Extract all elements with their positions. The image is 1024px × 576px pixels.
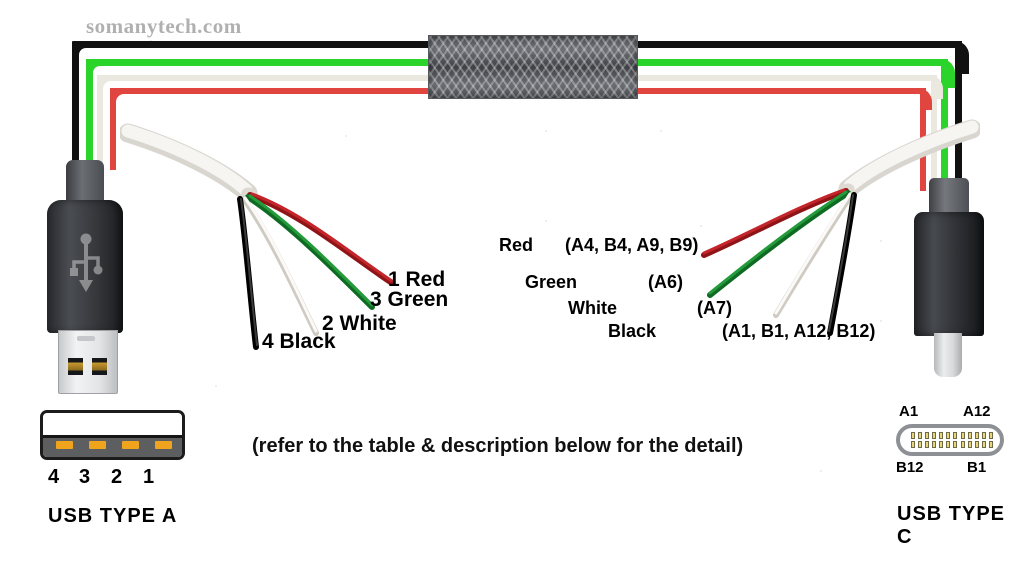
usb-c-pin-b2 [918, 441, 923, 448]
usb-trident-logo [70, 233, 103, 292]
usb-a-plug-contact [68, 358, 83, 375]
usb-c-pin-a10 [974, 432, 979, 439]
usb-a-pin-4 [56, 441, 73, 449]
usb-c-pin-a12 [988, 432, 993, 439]
usb-c-pin-b3 [925, 441, 930, 448]
label-wire-c-green-name: Green [525, 272, 578, 292]
usb-c-pin-b6 [946, 441, 951, 448]
label-wire-c-green-pins: (A6) [648, 272, 683, 292]
usb-type-c-caption: USB TYPE C [897, 503, 1006, 548]
background-speck [545, 130, 547, 132]
usb-c-pin-a9 [967, 432, 972, 439]
usb-type-a-caption: USB TYPE A [48, 505, 178, 527]
usb-c-pin-a11 [981, 432, 986, 439]
usb-a-shell-notch [77, 336, 95, 341]
usb-a-pin-2 [122, 441, 139, 449]
usb-c-pin-a5 [939, 432, 944, 439]
background-speck [215, 385, 217, 387]
braided-shield-sleeve [428, 35, 638, 99]
usb-a-pin-number-3: 3 [79, 466, 91, 488]
usb-c-pin-b8 [960, 441, 965, 448]
usb-a-pin-number-4: 4 [48, 466, 60, 488]
usb-c-pin-a3 [925, 432, 930, 439]
label-wire-c-black-name: Black [608, 321, 657, 341]
usb-type-a-plug [42, 160, 128, 394]
usb-c-pin-b5 [939, 441, 944, 448]
wire-fanout-right [701, 119, 980, 336]
background-speck [660, 130, 662, 132]
background-speck [820, 470, 822, 472]
usb-c-pin-row-b [911, 441, 993, 448]
usb-c-pin-a4 [932, 432, 937, 439]
usb-c-pin-b7 [953, 441, 958, 448]
label-wire-c-red-name: Red [499, 235, 534, 255]
usb-c-pin-b11 [981, 441, 986, 448]
label-wire-c-white-name: White [568, 298, 617, 318]
label-wire-a-green: 3 Green [370, 288, 449, 311]
usb-a-contact-block [43, 435, 182, 457]
usb-a-pin-number-2: 2 [111, 466, 123, 488]
usb-c-pin-b10 [974, 441, 979, 448]
usb-type-a-receptacle [40, 410, 185, 460]
usb-c-pin-a2 [918, 432, 923, 439]
usb-c-label-b12: B12 [896, 459, 924, 476]
watermark-text: somanytech.com [86, 14, 242, 38]
usb-c-pin-a1 [911, 432, 915, 439]
usb-a-pin-3 [89, 441, 106, 449]
usb-c-pin-a7 [953, 432, 958, 439]
usb-a-pin-number-1: 1 [143, 466, 155, 488]
usb-c-label-b1: B1 [967, 459, 987, 476]
usb-a-pin-1 [155, 441, 172, 449]
usb-type-c-receptacle [896, 424, 1004, 456]
usb-c-pin-a6 [946, 432, 951, 439]
usb-c-label-a1: A1 [899, 403, 919, 420]
label-wire-a-black: 4 Black [262, 330, 336, 353]
background-speck [545, 220, 547, 222]
usb-c-pin-b12 [988, 441, 993, 448]
refer-note: (refer to the table & description below … [252, 435, 744, 457]
usb-a-plug-contact [92, 358, 107, 375]
usb-c-pin-b9 [967, 441, 972, 448]
wire-red-left-corner [110, 88, 132, 110]
usb-c-label-a12: A12 [963, 403, 991, 420]
usb-c-pin-b1 [911, 441, 915, 448]
label-wire-c-white-pins: (A7) [697, 298, 732, 318]
usb-c-pin-a8 [960, 432, 965, 439]
label-wire-c-black-pins: (A1, B1, A12, B12) [722, 321, 876, 341]
usb-c-pin-row-a [911, 432, 993, 439]
label-wire-c-red-pins: (A4, B4, A9, B9) [565, 235, 699, 255]
usb-wiring-diagram: somanytech.com 1 Red 3 Green 2 White 4 B… [0, 0, 1024, 576]
usb-c-pin-b4 [932, 441, 937, 448]
